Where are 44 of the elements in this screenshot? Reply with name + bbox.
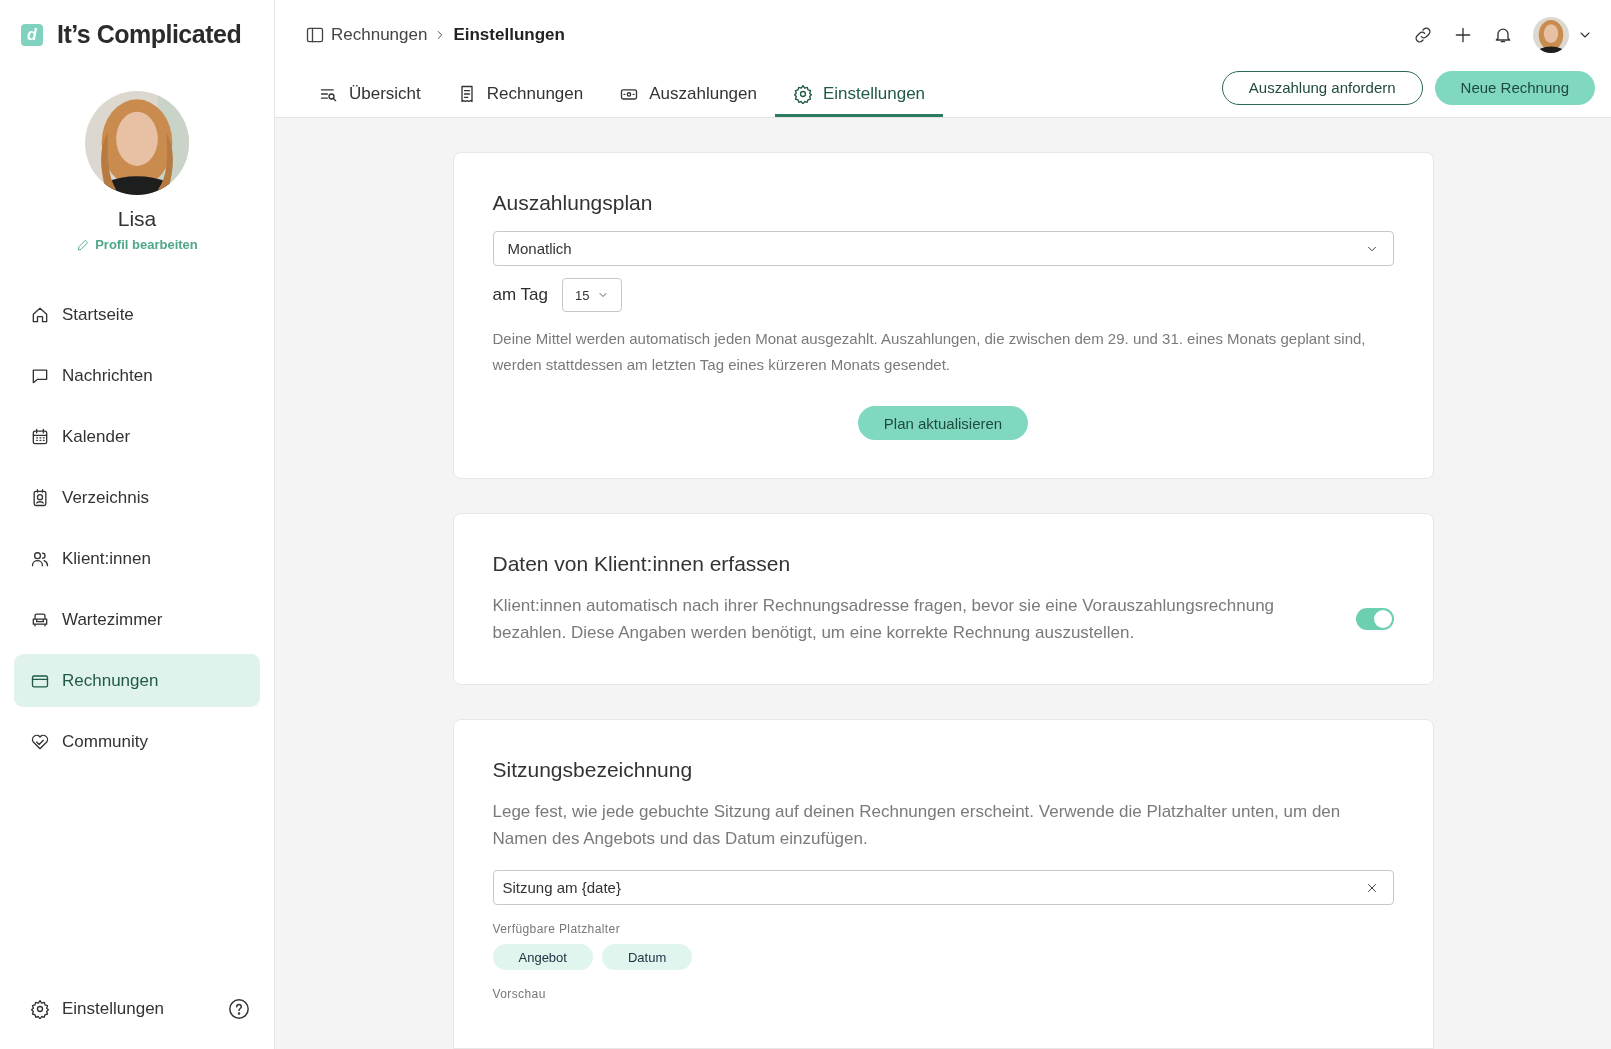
- sidebar-item[interactable]: Rechnungen: [14, 654, 260, 707]
- sidebar-item[interactable]: Startseite: [14, 288, 260, 341]
- sidebar-item[interactable]: Wartezimmer: [14, 593, 260, 646]
- placeholder-chip[interactable]: Datum: [601, 944, 693, 970]
- sidebar-item[interactable]: Nachrichten: [14, 349, 260, 402]
- placeholder-chip[interactable]: Angebot: [492, 944, 593, 970]
- description: Deine Mittel werden automatisch jeden Monat ausgezahlt. Auszahlungen, die zwischen dem 29. und 31. eines Monats geplant sind, werden stattdessen am letzten Tag eines kürzeren Monats gesendet.: [492, 329, 1367, 375]
- pencil-icon: [76, 237, 91, 252]
- description: Klient:innen automatisch nach ihrer Rechnungsadresse fragen, bevor sie eine Vorauszahlungsrechnung bezahlen. Diese Angaben werden benötigt, um eine korrekte Rechnung auszustellen.: [492, 595, 1276, 644]
- breadcrumb-item: Einstellungen: [453, 25, 565, 45]
- logo-icon: d: [21, 23, 43, 46]
- settings-icon: [30, 998, 50, 1019]
- tab[interactable]: Einstellungen: [775, 84, 944, 117]
- day-label: am Tag: [492, 285, 548, 305]
- tab[interactable]: Übersicht: [301, 84, 439, 117]
- plus-icon[interactable]: [1453, 25, 1473, 45]
- link-icon[interactable]: [1413, 25, 1433, 45]
- sidebar-item[interactable]: Klient:innen: [14, 532, 260, 585]
- section-title: Sitzungsbezeichnung: [492, 758, 694, 782]
- sidebar-item[interactable]: Community: [14, 715, 260, 768]
- settings-item[interactable]: Einstellungen: [14, 982, 181, 1035]
- update-plan-button[interactable]: Plan aktualisieren: [857, 406, 1029, 440]
- section-title: Auszahlungsplan: [492, 191, 654, 215]
- field-label: Verfügbare Platzhalter: [492, 922, 622, 936]
- sidebar-item[interactable]: Kalender: [14, 410, 260, 463]
- toggle-switch[interactable]: [1355, 608, 1394, 630]
- tab[interactable]: Auszahlungen: [601, 84, 775, 117]
- sidebar-toggle-icon[interactable]: [305, 25, 325, 45]
- field-label: Vorschau: [492, 987, 547, 1001]
- tab[interactable]: Rechnungen: [438, 84, 602, 117]
- new-invoice-button[interactable]: Neue Rechnung: [1434, 70, 1595, 105]
- request-payout-button[interactable]: Auszahlung anfordern: [1221, 70, 1423, 105]
- section-title: Daten von Klient:innen erfassen: [492, 552, 792, 576]
- help-icon[interactable]: [228, 997, 250, 1020]
- day-select[interactable]: 15: [561, 278, 623, 312]
- brand-name: It’s Complicated: [57, 20, 242, 49]
- breadcrumb-item[interactable]: Rechnungen: [331, 25, 428, 45]
- description: Lege fest, wie jede gebuchte Sitzung auf deinen Rechnungen erscheint. Verwende die Platzhalter unten, um den Namen des Angebots und das Datum einzufügen.: [492, 801, 1342, 850]
- frequency-select[interactable]: Monatlich: [492, 231, 1394, 266]
- sidebar-item[interactable]: Verzeichnis: [14, 471, 260, 524]
- calendar-icon: [30, 426, 50, 447]
- gear-icon: [793, 84, 813, 104]
- profile-name: Lisa: [117, 207, 157, 231]
- input-field[interactable]: Sitzung am {date}: [492, 870, 1394, 905]
